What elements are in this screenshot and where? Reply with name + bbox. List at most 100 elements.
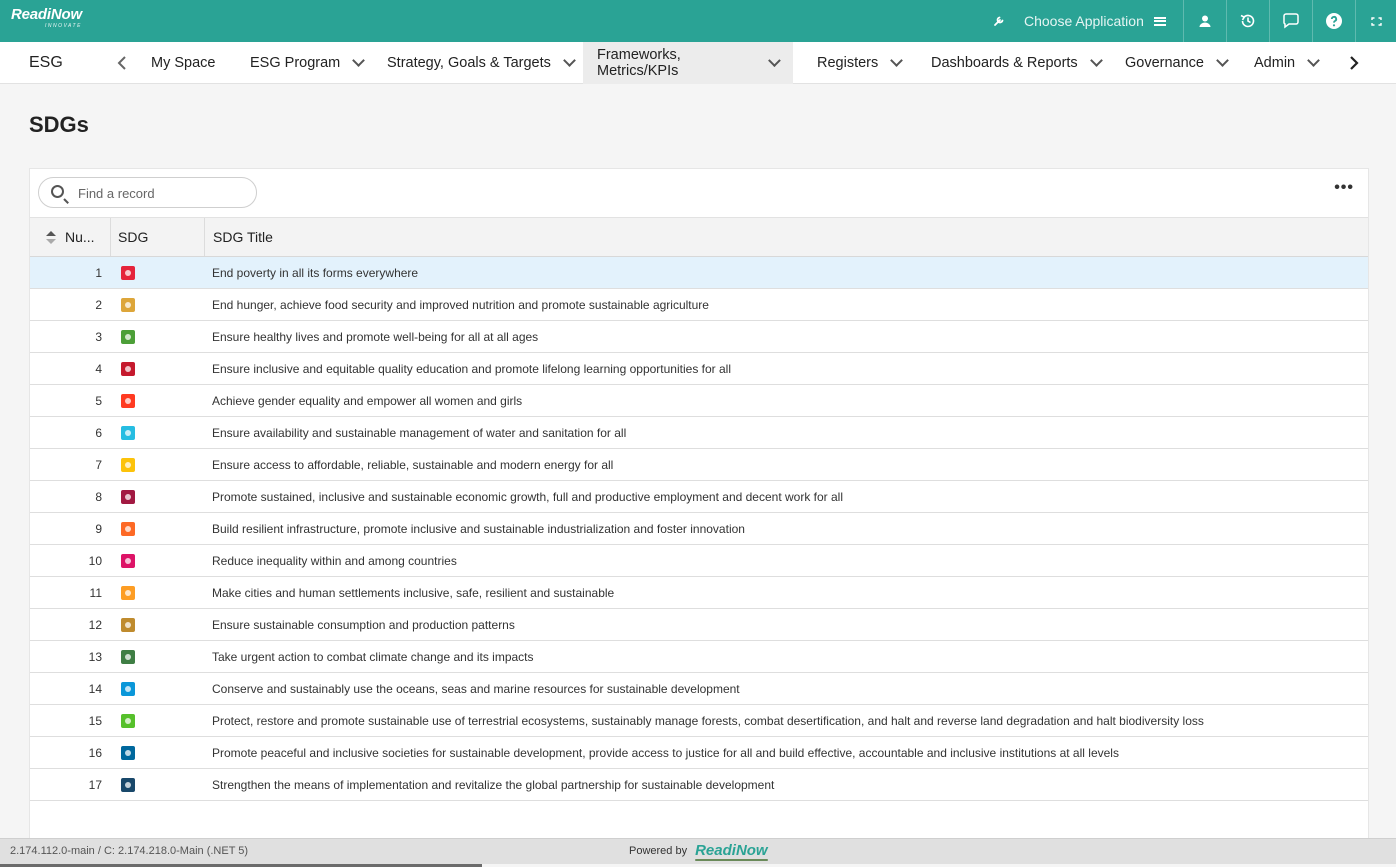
help-icon[interactable] (1313, 0, 1355, 42)
nav-bar: ESG My Space ESG Program Strategy, Goals… (0, 42, 1396, 84)
table-row[interactable]: 1 End poverty in all its forms everywhere (30, 257, 1368, 289)
chevron-down-icon (1216, 54, 1229, 67)
row-number: 4 (95, 362, 102, 376)
sdg-title: Ensure healthy lives and promote well-be… (212, 330, 539, 344)
chevron-down-icon (768, 54, 781, 67)
table-row[interactable]: 13 Take urgent action to combat climate c… (30, 641, 1368, 673)
row-number: 11 (89, 586, 102, 600)
table-row[interactable]: 4 Ensure inclusive and equitable quality … (30, 353, 1368, 385)
column-header-number[interactable]: Nu... (65, 218, 95, 256)
sdg-title: Ensure availability and sustainable mana… (212, 426, 627, 440)
nav-scroll-left-icon[interactable] (110, 42, 134, 84)
sdg-title: Make cities and human settlements inclus… (212, 586, 615, 600)
sdg-goal-icon (121, 522, 135, 536)
search-input[interactable] (78, 182, 248, 204)
choose-application-button[interactable]: Choose Application (1024, 0, 1184, 42)
sdg-goal-icon (121, 426, 135, 440)
sdg-title: Promote peaceful and inclusive societies… (212, 746, 1119, 760)
chat-icon[interactable] (1270, 0, 1312, 42)
nav-item-dashboards-reports[interactable]: Dashboards & Reports (917, 42, 1115, 84)
nav-item-my-space[interactable]: My Space (137, 42, 229, 84)
nav-item-frameworks-metrics-kpis[interactable]: Frameworks, Metrics/KPIs (583, 42, 793, 84)
page-title: SDGs (29, 112, 89, 137)
sdg-goal-icon (121, 362, 135, 376)
sort-icon[interactable] (46, 231, 56, 245)
sdg-goal-icon (121, 490, 135, 504)
nav-item-esg-program[interactable]: ESG Program (236, 42, 377, 84)
sdg-title: Ensure access to affordable, reliable, s… (212, 458, 614, 472)
sdg-title: Protect, restore and promote sustainable… (212, 714, 1204, 728)
sdg-title: End poverty in all its forms everywhere (212, 266, 419, 280)
row-number: 12 (88, 618, 102, 632)
row-number: 15 (88, 714, 102, 728)
nav-item-label: Frameworks, Metrics/KPIs (597, 47, 681, 79)
table-row[interactable]: 12 Ensure sustainable consumption and pro… (30, 609, 1368, 641)
nav-item-strategy-goals-targets[interactable]: Strategy, Goals & Targets (373, 42, 588, 84)
sdg-goal-icon (121, 554, 135, 568)
search-box[interactable] (38, 177, 257, 208)
sdg-goal-icon (121, 586, 135, 600)
nav-item-governance[interactable]: Governance (1111, 42, 1241, 84)
row-number: 10 (88, 554, 102, 568)
sdg-goal-icon (121, 618, 135, 632)
logo-text: ReadiNow (11, 6, 82, 23)
row-number: 17 (88, 778, 102, 792)
table-row[interactable]: 2 End hunger, achieve food security and i… (30, 289, 1368, 321)
column-header-sdg[interactable]: SDG (118, 218, 148, 256)
sdg-goal-icon (121, 746, 135, 760)
row-number: 1 (95, 266, 102, 280)
more-options-icon[interactable]: ••• (1334, 180, 1354, 196)
user-icon[interactable] (1184, 0, 1226, 42)
wrench-icon[interactable] (988, 0, 1010, 42)
column-header-sdg-title[interactable]: SDG Title (213, 218, 273, 256)
sdg-goal-icon (121, 394, 135, 408)
table-row[interactable]: 14 Conserve and sustainably use the ocean… (30, 673, 1368, 705)
sdg-goal-icon (121, 266, 135, 280)
table-row[interactable]: 5 Achieve gender equality and empower all… (30, 385, 1368, 417)
table-row[interactable]: 6 Ensure availability and sustainable man… (30, 417, 1368, 449)
table-body: 1 End poverty in all its forms everywhere… (30, 257, 1368, 801)
sdg-title: Strengthen the means of implementation a… (212, 778, 775, 792)
sdg-title: Ensure sustainable consumption and produ… (212, 618, 515, 632)
table-row[interactable]: 8 Promote sustained, inclusive and sustai… (30, 481, 1368, 513)
table-row[interactable]: 11 Make cities and human settlements incl… (30, 577, 1368, 609)
chevron-down-icon (563, 54, 576, 67)
table-row[interactable]: 9 Build resilient infrastructure, promote… (30, 513, 1368, 545)
version-text: 2.174.112.0-main / C: 2.174.218.0-Main (… (10, 845, 249, 857)
row-number: 9 (95, 522, 102, 536)
nav-item-admin[interactable]: Admin (1240, 42, 1332, 84)
sdg-title: Ensure inclusive and equitable quality e… (212, 362, 731, 376)
fullscreen-icon[interactable] (1356, 0, 1396, 42)
readinow-logo[interactable]: ReadiNow INNOVATE (11, 6, 82, 29)
nav-item-registers[interactable]: Registers (803, 42, 915, 84)
chevron-down-icon (1089, 54, 1103, 67)
column-divider[interactable] (204, 218, 205, 256)
table-row[interactable]: 7 Ensure access to affordable, reliable, … (30, 449, 1368, 481)
column-divider[interactable] (110, 218, 111, 256)
table-row[interactable]: 10 Reduce inequality within and among cou… (30, 545, 1368, 577)
report-panel: ••• Nu... SDG SDG Title 1 End poverty in … (29, 168, 1369, 840)
sdg-title: Conserve and sustainably use the oceans,… (212, 682, 740, 696)
sdg-title: End hunger, achieve food security and im… (212, 298, 709, 312)
row-number: 5 (95, 394, 102, 408)
footer: 2.174.112.0-main / C: 2.174.218.0-Main (… (0, 838, 1396, 864)
table-row[interactable]: 17 Strengthen the means of implementation… (30, 769, 1368, 801)
powered-by: Powered by ReadiNow (629, 839, 768, 863)
history-icon[interactable] (1227, 0, 1269, 42)
sdg-title: Reduce inequality within and among count… (212, 554, 457, 568)
table-row[interactable]: 15 Protect, restore and promote sustainab… (30, 705, 1368, 737)
powered-by-label: Powered by (629, 845, 688, 857)
logo-tagline: INNOVATE (45, 23, 82, 29)
chevron-down-icon (890, 54, 904, 67)
sdg-title: Build resilient infrastructure, promote … (212, 522, 745, 536)
row-number: 3 (95, 330, 102, 344)
table-row[interactable]: 16 Promote peaceful and inclusive societi… (30, 737, 1368, 769)
sdg-goal-icon (121, 778, 135, 792)
sdg-title: Promote sustained, inclusive and sustain… (212, 490, 844, 504)
choose-application-label: Choose Application (1024, 13, 1144, 29)
nav-item-label: Registers (817, 55, 879, 71)
table-row[interactable]: 3 Ensure healthy lives and promote well-b… (30, 321, 1368, 353)
top-bar: ReadiNow INNOVATE Choose Application (0, 0, 1396, 42)
nav-scroll-right-icon[interactable] (1342, 42, 1366, 84)
nav-item-label: Governance (1125, 55, 1204, 71)
